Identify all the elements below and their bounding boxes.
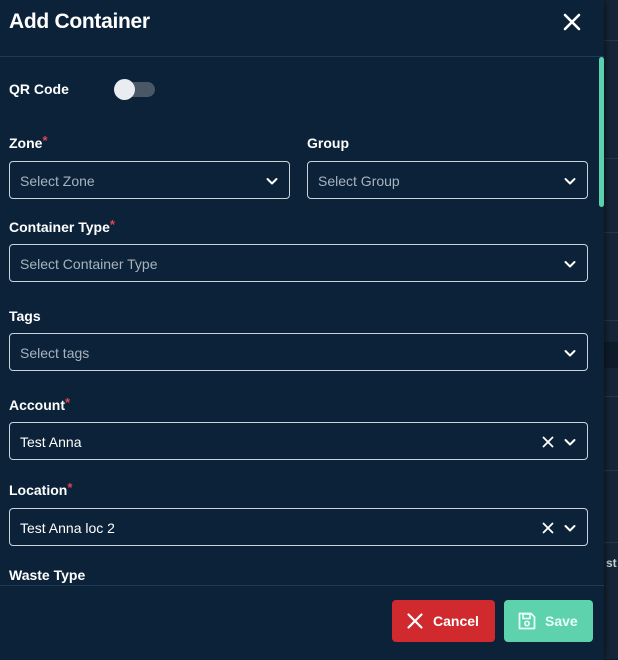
zone-placeholder: Select Zone [20, 173, 95, 189]
chevron-down-icon [266, 178, 278, 185]
clear-icon[interactable] [541, 435, 555, 449]
location-select[interactable]: Test Anna loc 2 [9, 508, 588, 546]
container-type-placeholder: Select Container Type [20, 256, 158, 272]
account-value: Test Anna [20, 434, 82, 450]
modal-body [0, 57, 604, 585]
container-type-label-text: Container Type [9, 219, 110, 235]
chevron-down-icon [564, 350, 576, 357]
required-marker: * [42, 133, 48, 148]
zone-select[interactable]: Select Zone [9, 161, 290, 199]
container-type-select[interactable]: Select Container Type [9, 244, 588, 282]
close-button[interactable] [560, 10, 584, 34]
account-label-text: Account [9, 397, 65, 413]
container-type-label: Container Type* [9, 217, 115, 235]
save-button[interactable]: Save [504, 600, 593, 642]
add-container-modal: Add Container QR Code Zone* Select Zone … [0, 0, 604, 660]
modal-header: Add Container [0, 0, 604, 57]
group-placeholder: Select Group [318, 173, 400, 189]
modal-footer: Cancel Save [0, 585, 604, 660]
background-partial-text: st [606, 556, 617, 570]
clear-icon[interactable] [541, 521, 555, 535]
tags-select[interactable]: Select tags [9, 333, 588, 371]
required-marker: * [65, 395, 71, 410]
location-label: Location* [9, 480, 73, 498]
toggle-knob [114, 79, 135, 100]
group-label: Group [307, 135, 349, 151]
qr-code-label: QR Code [9, 81, 69, 97]
required-marker: * [67, 480, 73, 495]
chevron-down-icon [564, 525, 576, 532]
required-marker: * [109, 217, 115, 232]
cancel-button[interactable]: Cancel [392, 600, 495, 642]
account-label: Account* [9, 395, 71, 413]
location-value: Test Anna loc 2 [20, 520, 115, 536]
account-select[interactable]: Test Anna [9, 422, 588, 460]
close-icon [563, 13, 581, 31]
chevron-down-icon [564, 439, 576, 446]
cancel-label: Cancel [433, 613, 479, 629]
waste-type-label: Waste Type [9, 567, 86, 583]
tags-placeholder: Select tags [20, 345, 90, 361]
location-label-text: Location [9, 482, 68, 498]
tags-label: Tags [9, 308, 41, 324]
zone-label: Zone* [9, 133, 48, 151]
chevron-down-icon [564, 178, 576, 185]
save-label: Save [545, 613, 578, 629]
close-icon [407, 613, 423, 629]
chevron-down-icon [564, 261, 576, 268]
scrollbar-thumb[interactable] [599, 57, 604, 207]
background-app: st [604, 0, 618, 659]
zone-label-text: Zone [9, 135, 43, 151]
save-icon [518, 612, 536, 630]
group-select[interactable]: Select Group [307, 161, 588, 199]
qr-code-toggle[interactable] [114, 79, 155, 100]
modal-title: Add Container [9, 10, 150, 33]
